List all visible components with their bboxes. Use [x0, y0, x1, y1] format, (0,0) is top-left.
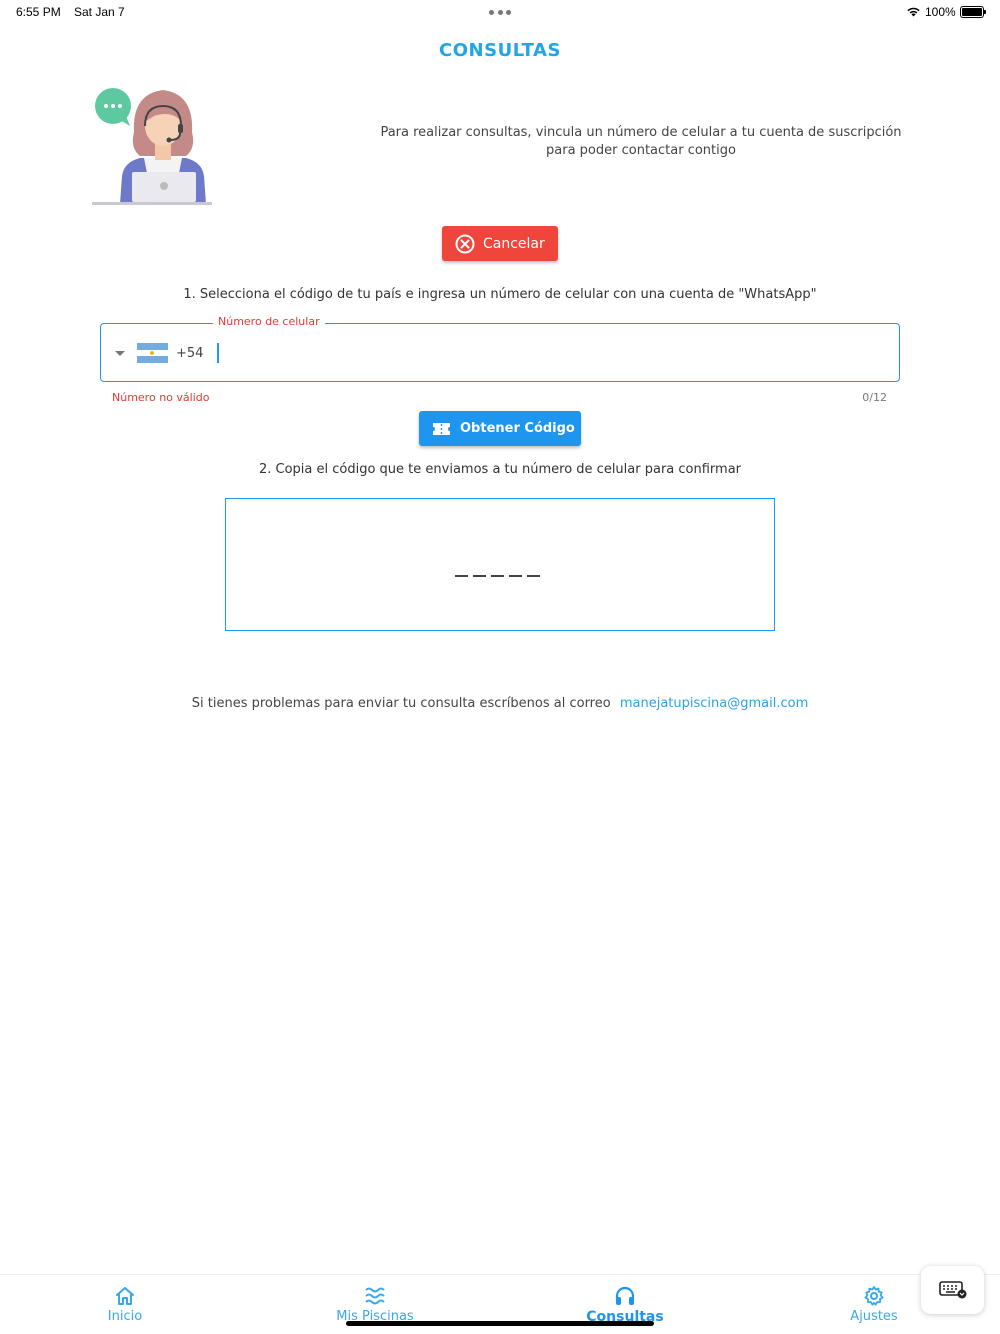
cancel-button-label: Cancelar — [483, 235, 545, 252]
intro-text: Para realizar consultas, vincula un núme… — [380, 125, 902, 158]
chevron-down-icon — [115, 350, 125, 356]
nav-item-mis-piscinas[interactable]: Mis Piscinas — [315, 1285, 435, 1324]
verification-code-input[interactable] — [225, 498, 775, 631]
status-time: 6:55 PM — [16, 5, 61, 19]
home-icon — [116, 1287, 134, 1305]
help-message: Si tienes problemas para enviar tu consu… — [191, 696, 611, 711]
code-placeholder-dashes — [455, 575, 540, 577]
nav-item-inicio[interactable]: Inicio — [65, 1285, 185, 1324]
wifi-icon — [907, 7, 920, 17]
support-agent-illustration — [92, 88, 212, 205]
home-indicator — [346, 1321, 654, 1326]
waves-icon — [365, 1287, 385, 1305]
phone-number-input[interactable] — [223, 338, 883, 366]
nav-item-ajustes[interactable]: Ajustes — [814, 1285, 934, 1324]
nav-label-ajustes: Ajustes — [850, 1309, 898, 1324]
step1-instructions: 1. Selecciona el código de tu país e ing… — [183, 287, 817, 302]
nav-item-consultas[interactable]: Consultas — [565, 1285, 685, 1325]
headset-icon — [615, 1286, 635, 1305]
phone-field-label: Número de celular — [213, 315, 325, 328]
support-email-link[interactable]: manejatupiscina@gmail.com — [620, 696, 808, 711]
page-title: CONSULTAS — [439, 40, 561, 61]
phone-number-field[interactable]: Número de celular +54 — [100, 315, 900, 382]
keyboard-icon — [938, 1281, 966, 1299]
step2-instructions: 2. Copia el código que te enviamos a tu … — [258, 462, 742, 477]
cancel-button[interactable]: Cancelar — [442, 226, 558, 261]
multitasking-dots-icon[interactable] — [489, 10, 511, 15]
keyboard-toggle-button[interactable] — [921, 1266, 984, 1314]
nav-label-inicio: Inicio — [107, 1309, 143, 1324]
argentina-flag-icon — [137, 343, 168, 364]
battery-icon — [960, 6, 986, 18]
country-dial-code: +54 — [176, 345, 204, 361]
help-text: Si tienes problemas para enviar tu consu… — [0, 696, 1000, 711]
gear-icon — [864, 1286, 884, 1306]
battery-percentage: 100% — [925, 5, 956, 19]
country-code-picker[interactable]: +54 — [115, 342, 203, 364]
phone-error-text: Número no válido — [112, 391, 210, 404]
ticket-icon — [433, 422, 450, 435]
status-date: Sat Jan 7 — [74, 5, 125, 19]
status-bar: 6:55 PM Sat Jan 7 100% — [0, 0, 1000, 24]
close-circle-icon — [455, 234, 475, 253]
get-code-button-label: Obtener Código — [460, 421, 575, 436]
get-code-button[interactable]: Obtener Código — [419, 411, 581, 446]
text-cursor — [217, 343, 219, 363]
character-counter: 0/12 — [862, 391, 887, 404]
